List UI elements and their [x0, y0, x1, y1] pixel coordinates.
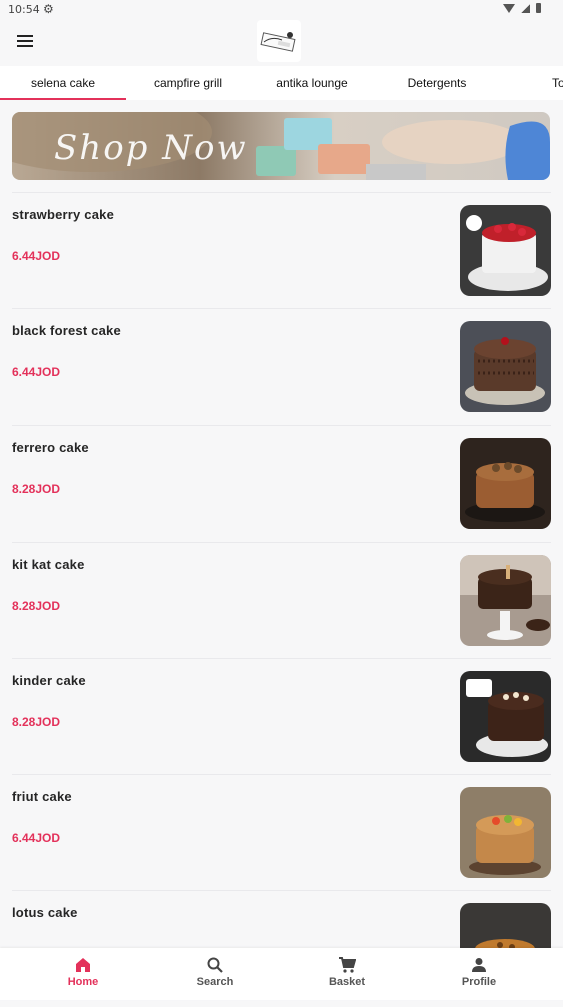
list-item[interactable]: friut cake 6.44JOD	[12, 774, 551, 891]
product-image	[460, 787, 551, 878]
product-price: 8.28JOD	[12, 715, 61, 729]
banner-text: Shop Now	[54, 128, 248, 168]
search-icon	[207, 957, 223, 973]
status-time: 10:54	[8, 3, 40, 16]
cellular-signal-icon	[521, 3, 530, 13]
product-image	[460, 555, 551, 646]
list-item[interactable]: kit kat cake 8.28JOD	[12, 542, 551, 659]
product-name: kit kat cake	[12, 557, 85, 572]
home-icon	[76, 958, 90, 972]
nav-home[interactable]: Home	[43, 956, 123, 988]
list-item[interactable]: strawberry cake 6.44JOD	[12, 192, 551, 309]
product-image	[460, 321, 551, 412]
tab-partial[interactable]: To	[500, 66, 563, 100]
product-price: 8.28JOD	[12, 599, 61, 613]
product-name: black forest cake	[12, 323, 121, 338]
product-image	[460, 205, 551, 296]
product-name: lotus cake	[12, 905, 78, 920]
status-icons	[503, 3, 541, 13]
tab-selena-cake[interactable]: selena cake	[0, 66, 126, 100]
cart-icon	[339, 957, 356, 973]
product-price: 6.44JOD	[12, 249, 61, 263]
product-image	[460, 438, 551, 529]
nav-search[interactable]: Search	[175, 956, 255, 988]
menu-icon[interactable]	[17, 35, 33, 49]
bottom-navigation: Home Search Basket Profile	[0, 948, 563, 1000]
list-item[interactable]: ferrero cake 8.28JOD	[12, 425, 551, 542]
battery-icon	[536, 3, 541, 13]
nav-home-label: Home	[67, 976, 99, 988]
wifi-icon	[503, 3, 515, 13]
status-bar: 10:54 ⚙	[0, 0, 563, 20]
product-image	[460, 671, 551, 762]
category-tabs: selena cake campfire grill antika lounge…	[0, 66, 563, 100]
list-item[interactable]: black forest cake 6.44JOD	[12, 308, 551, 425]
shop-now-banner[interactable]: Shop Now	[12, 112, 550, 180]
store-logo	[257, 20, 301, 62]
product-price: 6.44JOD	[12, 831, 61, 845]
tab-campfire-grill[interactable]: campfire grill	[126, 66, 250, 100]
nav-basket-label: Basket	[328, 976, 366, 988]
product-price: 8.28JOD	[12, 482, 61, 496]
nav-search-label: Search	[196, 976, 234, 988]
list-item[interactable]: kinder cake 8.28JOD	[12, 658, 551, 775]
product-name: friut cake	[12, 789, 72, 804]
settings-gear-icon: ⚙	[43, 2, 54, 16]
app-bar	[0, 20, 563, 66]
tab-antika-lounge[interactable]: antika lounge	[250, 66, 374, 100]
product-name: strawberry cake	[12, 207, 115, 222]
tab-detergents[interactable]: Detergents	[374, 66, 500, 100]
nav-profile-label: Profile	[461, 976, 497, 988]
person-icon	[472, 958, 486, 972]
product-price: 6.44JOD	[12, 365, 61, 379]
product-name: ferrero cake	[12, 440, 89, 455]
nav-profile[interactable]: Profile	[439, 956, 519, 988]
product-name: kinder cake	[12, 673, 86, 688]
nav-basket[interactable]: Basket	[307, 956, 387, 988]
